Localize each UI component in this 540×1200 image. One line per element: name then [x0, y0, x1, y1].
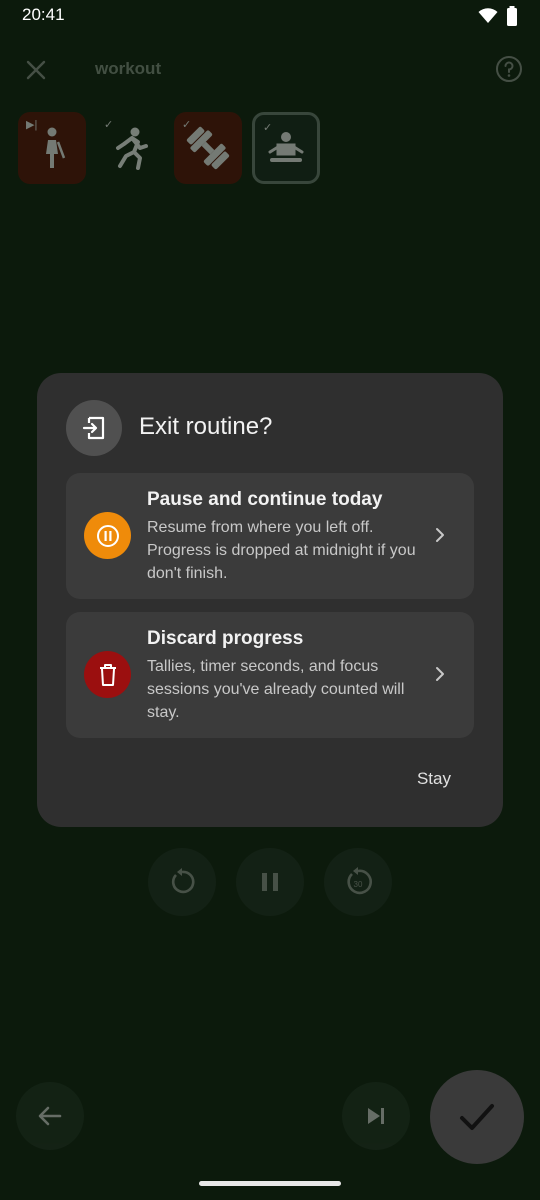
arrow-left-icon: [38, 1106, 62, 1126]
restart-icon: [171, 868, 195, 894]
pause-option-description: Resume from where you left off. Progress…: [147, 519, 416, 582]
check-icon: [460, 1104, 494, 1130]
routine-steps: ▶| ✓ ✓ ✓: [18, 112, 320, 184]
chevron-right-icon: [436, 667, 444, 681]
exit-icon-container: [66, 400, 122, 456]
header-title: workout: [95, 59, 162, 78]
wifi-icon: [478, 8, 498, 23]
complete-button[interactable]: [430, 1070, 524, 1164]
skip-next-icon: [368, 1108, 384, 1124]
battery-icon: [507, 6, 517, 26]
step-badge: ✓: [263, 122, 273, 134]
restart-button[interactable]: [148, 848, 216, 916]
close-icon[interactable]: [22, 56, 50, 84]
help-icon[interactable]: [494, 54, 524, 84]
step-running[interactable]: ✓: [96, 112, 164, 184]
status-icons: [478, 6, 518, 26]
running-icon: [116, 127, 148, 170]
dialog-title: Exit routine?: [139, 413, 273, 440]
trash-icon: [84, 651, 131, 698]
status-time: 20:41: [22, 5, 65, 24]
step-meditation[interactable]: ✓: [252, 112, 320, 184]
home-indicator[interactable]: [199, 1181, 341, 1186]
pause-option-text: Pause and continue today Resume from whe…: [147, 489, 427, 585]
pause-button[interactable]: [236, 848, 304, 916]
pause-icon: [262, 873, 278, 891]
discard-option-text: Discard progress Tallies, timer seconds,…: [147, 628, 427, 724]
bottom-bar: [0, 1070, 540, 1170]
exit-icon: [82, 416, 105, 440]
replay-30-label: 30: [354, 880, 363, 889]
pause-and-continue-option[interactable]: Pause and continue today Resume from whe…: [66, 473, 474, 599]
playback-controls: 30: [0, 848, 540, 916]
pause-circle-icon: [84, 512, 131, 559]
pause-option-title: Pause and continue today: [147, 489, 383, 510]
replay-30-button[interactable]: 30: [324, 848, 392, 916]
replay-30-icon: 30: [347, 867, 372, 895]
step-weights[interactable]: ✓: [174, 112, 242, 184]
app-header: workout: [0, 44, 540, 94]
stay-button[interactable]: Stay: [417, 769, 451, 789]
meditation-icon: [268, 132, 304, 162]
discard-option-description: Tallies, timer seconds, and focus sessio…: [147, 658, 405, 721]
step-badge: ▶|: [26, 119, 38, 131]
skip-next-button[interactable]: [342, 1082, 410, 1150]
previous-button[interactable]: [16, 1082, 84, 1150]
discard-option-title: Discard progress: [147, 628, 304, 649]
exit-routine-dialog: Exit routine? Pause and continue today R…: [37, 373, 503, 827]
walking-icon: [46, 127, 66, 168]
chevron-right-icon: [436, 528, 444, 542]
step-badge: ✓: [104, 119, 114, 131]
step-badge: ✓: [182, 119, 192, 131]
discard-progress-option[interactable]: Discard progress Tallies, timer seconds,…: [66, 612, 474, 738]
step-walking[interactable]: ▶|: [18, 112, 86, 184]
status-bar: 20:41: [0, 0, 540, 34]
